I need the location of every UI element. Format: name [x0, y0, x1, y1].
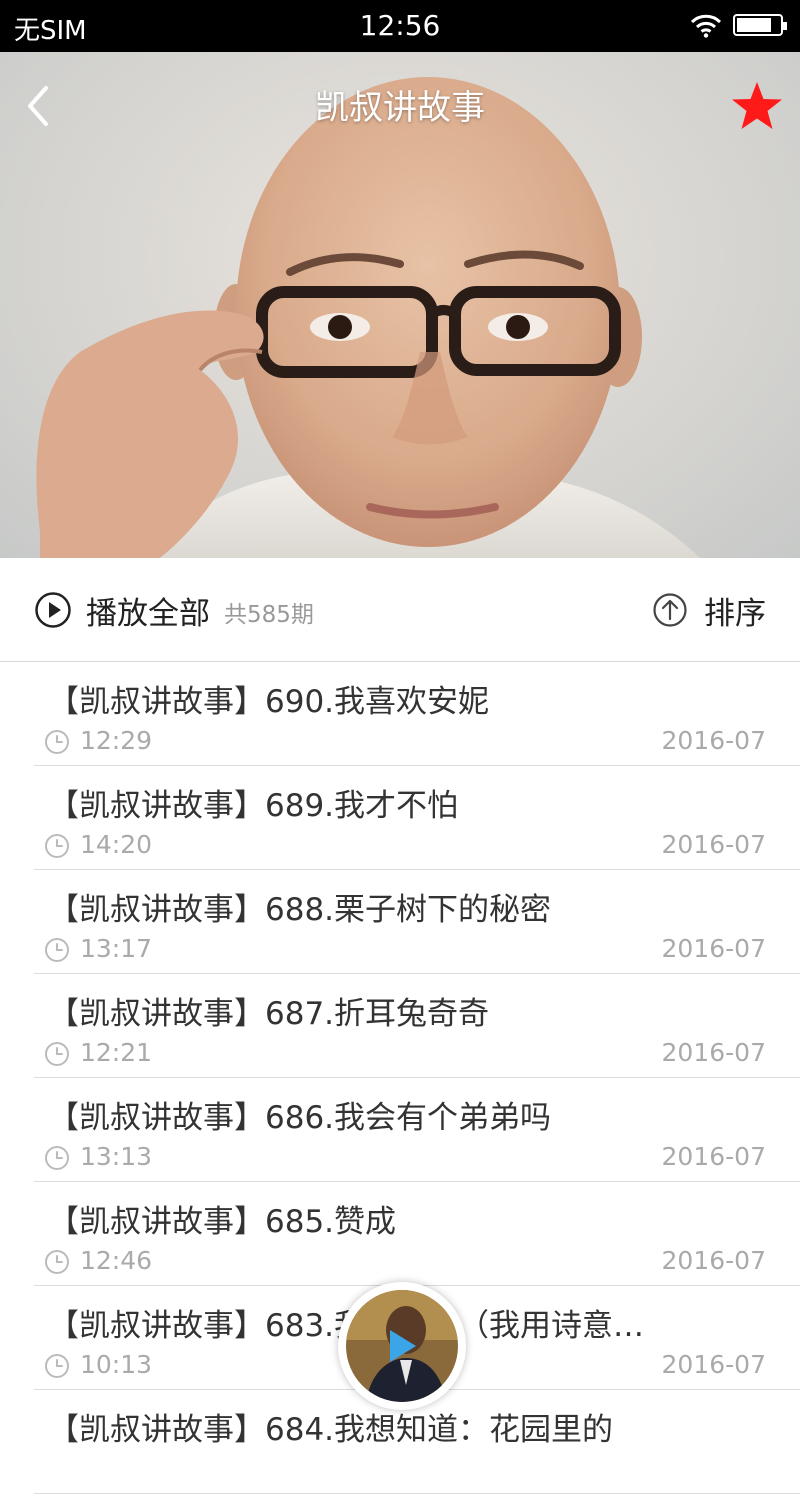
page-title: 凯叔讲故事: [315, 88, 485, 128]
episode-title: 【凯叔讲故事】686.我会有个弟弟吗: [48, 1100, 552, 1136]
clock-icon: [45, 1354, 69, 1378]
clock-icon: [45, 1042, 69, 1066]
playlist-toolbar: 播放全部 共585期 排序: [0, 558, 800, 662]
episode-duration: 10:13: [80, 1350, 153, 1379]
episode-duration: 13:13: [80, 1142, 153, 1171]
episode-row[interactable]: 【凯叔讲故事】687.折耳兔奇奇 12:21 2016-07: [0, 974, 800, 1078]
clock-icon: [45, 1250, 69, 1274]
play-all-button[interactable]: 播放全部 共585期: [34, 590, 314, 632]
favorite-star-button[interactable]: [730, 80, 784, 132]
back-button[interactable]: [20, 82, 60, 130]
episode-row[interactable]: 【凯叔讲故事】688.栗子树下的秘密 13:17 2016-07: [0, 870, 800, 974]
clock-icon: [45, 938, 69, 962]
play-circle-icon: [35, 592, 71, 628]
episode-title: 【凯叔讲故事】685.赞成: [48, 1204, 397, 1240]
episode-date: 2016-07: [661, 1350, 766, 1379]
top-navigation: 凯叔讲故事: [0, 52, 800, 156]
episode-title: 【凯叔讲故事】688.栗子树下的秘密: [48, 892, 552, 928]
sort-button[interactable]: 排序: [652, 590, 766, 632]
episode-row[interactable]: 【凯叔讲故事】685.赞成 12:46 2016-07: [0, 1182, 800, 1286]
clock-icon: [45, 1146, 69, 1170]
now-playing-artwork: [346, 1290, 458, 1402]
mini-player-button[interactable]: [338, 1282, 466, 1422]
episode-row[interactable]: 【凯叔讲故事】686.我会有个弟弟吗 13:13 2016-07: [0, 1078, 800, 1182]
clock-icon: [45, 834, 69, 858]
episode-row[interactable]: 【凯叔讲故事】689.我才不怕 14:20 2016-07: [0, 766, 800, 870]
episode-title: 【凯叔讲故事】689.我才不怕: [48, 788, 459, 824]
sort-label: 排序: [704, 595, 766, 632]
episode-title: 【凯叔讲故事】687.折耳兔奇奇: [48, 996, 490, 1032]
status-bar: 无SIM 12:56: [0, 0, 800, 52]
episode-duration: 14:20: [80, 830, 153, 859]
episode-row[interactable]: 【凯叔讲故事】690.我喜欢安妮 12:29 2016-07: [0, 662, 800, 766]
episode-count: 共585期: [224, 602, 314, 628]
episode-title: 【凯叔讲故事】690.我喜欢安妮: [48, 684, 490, 720]
episode-duration: 12:29: [80, 726, 153, 755]
wifi-icon: [690, 14, 722, 38]
clock-icon: [45, 730, 69, 754]
episode-date: 2016-07: [661, 1038, 766, 1067]
sort-arrow-icon: [653, 593, 687, 627]
episode-date: 2016-07: [661, 830, 766, 859]
play-all-label: 播放全部: [86, 595, 210, 632]
clock-time: 12:56: [359, 9, 441, 42]
episode-date: 2016-07: [661, 1246, 766, 1275]
episode-date: 2016-07: [661, 726, 766, 755]
episode-date: 2016-07: [661, 1142, 766, 1171]
episode-duration: 12:46: [80, 1246, 153, 1275]
episode-duration: 12:21: [80, 1038, 153, 1067]
episode-duration: 13:17: [80, 934, 153, 963]
battery-icon: [733, 14, 787, 36]
episode-date: 2016-07: [661, 934, 766, 963]
